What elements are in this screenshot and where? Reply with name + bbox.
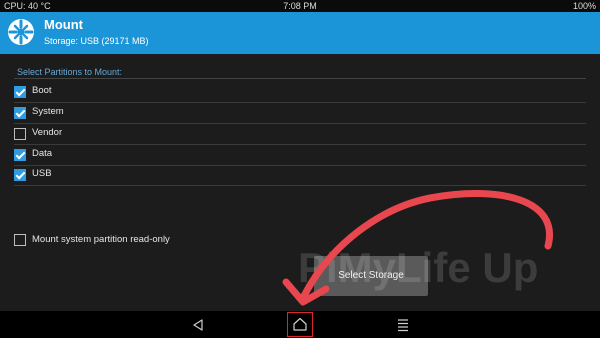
partition-row-system[interactable]: System [14, 103, 586, 124]
storage-info: Storage: USB (29171 MB) [44, 36, 149, 46]
checkbox-boot[interactable] [14, 86, 26, 98]
status-bar: CPU: 40 °C 7:08 PM 100% [0, 0, 600, 12]
partition-row-vendor[interactable]: Vendor [14, 124, 586, 145]
page-title: Mount [44, 17, 83, 32]
checkbox-readonly[interactable] [14, 234, 26, 246]
back-icon[interactable] [188, 315, 208, 335]
readonly-option-label: Mount system partition read-only [32, 234, 170, 245]
battery-level: 100% [572, 1, 596, 11]
section-divider [14, 78, 586, 79]
clock: 7:08 PM [283, 1, 317, 11]
checkbox-data[interactable] [14, 149, 26, 161]
partition-row-boot[interactable]: Boot [14, 82, 586, 103]
partition-label-boot: Boot [32, 85, 52, 96]
readonly-option-row[interactable]: Mount system partition read-only [14, 233, 314, 249]
checkbox-vendor[interactable] [14, 128, 26, 140]
partition-row-usb[interactable]: USB [14, 165, 586, 186]
twrp-logo-icon [8, 19, 34, 45]
partition-label-usb: USB [32, 168, 52, 179]
checkbox-system[interactable] [14, 107, 26, 119]
partition-label-data: Data [32, 148, 53, 159]
partition-row-data[interactable]: Data [14, 145, 586, 166]
partition-label-vendor: Vendor [32, 127, 63, 138]
partition-label-system: System [32, 106, 64, 117]
checkbox-usb[interactable] [14, 169, 26, 181]
menu-icon[interactable] [393, 315, 413, 335]
home-button-highlight [287, 312, 313, 337]
watermark-logo: PiMyLife Up [298, 244, 539, 291]
header-bar: Mount Storage: USB (29171 MB) [0, 12, 600, 54]
partition-section-label: Select Partitions to Mount: [17, 67, 123, 77]
